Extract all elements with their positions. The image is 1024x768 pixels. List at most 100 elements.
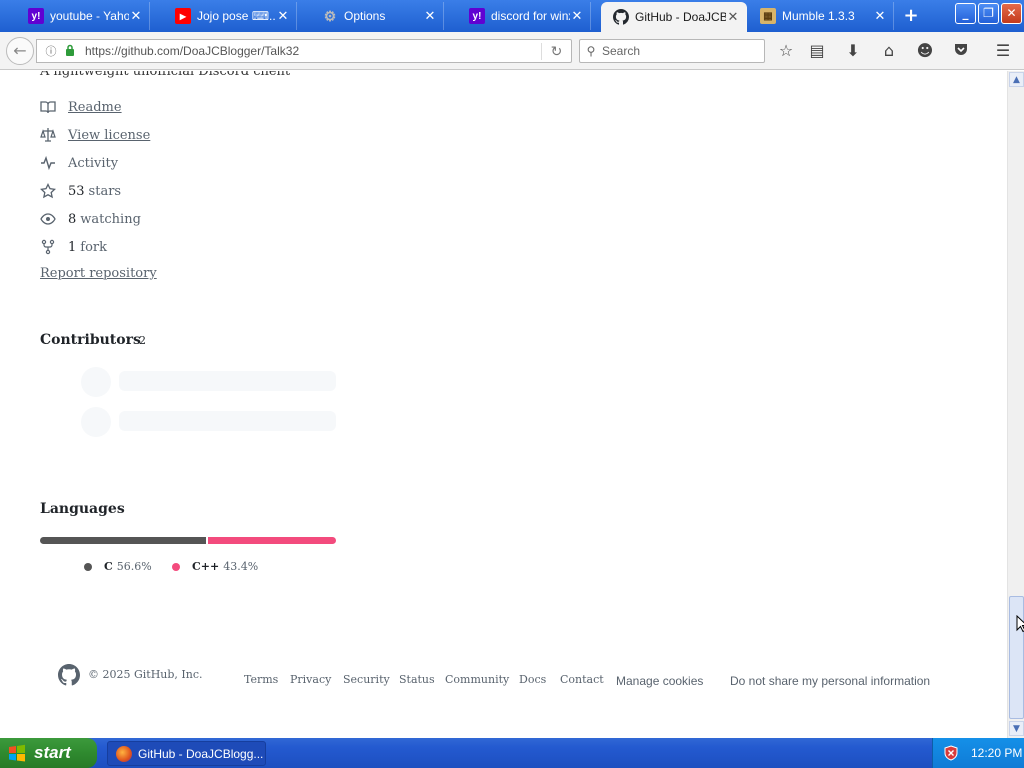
tab-label: Options [344,9,386,23]
language-percent: 43.4% [223,560,259,573]
tab-discord-yahoo[interactable]: y! discord for winx... ✕ [445,2,591,30]
info-icon[interactable]: ⓘ [43,43,59,59]
search-icon: ⚲ [586,44,596,58]
search-placeholder: Search [602,44,641,58]
stars-link[interactable]: 53 stars [40,181,121,201]
tab-mumble[interactable]: ▦ Mumble 1.3.3 ✕ [748,2,894,30]
hello-icon[interactable]: ☻ [914,41,936,63]
readme-label[interactable]: Readme [68,100,122,115]
activity-label[interactable]: Activity [68,156,118,171]
search-input[interactable]: ⚲ Search [579,39,765,63]
language-bar-segment-cpp[interactable] [208,537,336,544]
tab-options[interactable]: ⚙ Options ✕ [298,2,444,30]
scroll-up-button[interactable]: ▲ [1009,72,1024,87]
readme-link[interactable]: Readme [40,97,122,117]
forks-link[interactable]: 1 fork [40,237,107,257]
taskbar-item-firefox[interactable]: GitHub - DoaJCBlogg... [107,741,266,766]
firefox-icon [116,745,132,762]
close-tab-icon[interactable]: ✕ [873,8,887,24]
back-button[interactable]: ← [6,37,34,65]
manage-cookies-button[interactable]: Manage cookies [616,674,703,688]
footer-link-terms[interactable]: Terms [244,673,278,686]
tab-jojo-pose[interactable]: ▶ Jojo pose ⌨... ✕ [151,2,297,30]
language-name: C++ [192,560,220,573]
menu-icon[interactable]: ☰ [992,41,1014,63]
reading-list-icon[interactable]: ▤ [806,41,828,63]
pocket-icon[interactable] [950,41,972,63]
repo-description: A lightweight unofficial Discord client [40,71,291,79]
watchers-label[interactable]: watching [80,212,141,227]
close-tab-icon[interactable]: ✕ [726,9,740,25]
eye-icon [40,211,56,227]
report-repository-link[interactable]: Report repository [40,266,157,281]
start-label: start [34,743,71,762]
close-tab-icon[interactable]: ✕ [423,8,437,24]
language-percent: 56.6% [116,560,152,573]
language-color-dot [84,562,92,571]
mouse-cursor-icon [1016,614,1024,633]
minimize-button[interactable]: _ [955,3,976,24]
start-button[interactable]: start [0,738,97,768]
license-label[interactable]: View license [68,128,150,143]
clock[interactable]: 12:20 PM [971,746,1022,760]
contributors-heading[interactable]: Contributors [40,332,141,348]
github-logo-icon[interactable] [58,664,80,686]
activity-link[interactable]: Activity [40,153,118,173]
language-name: C [104,560,113,573]
contributor-name-placeholder [119,411,336,431]
vertical-scrollbar[interactable]: ▲ ▼ [1007,71,1024,738]
close-tab-icon[interactable]: ✕ [129,8,143,24]
tab-label: youtube - Yaho... [50,9,129,23]
new-tab-button[interactable]: + [900,6,922,26]
forks-count[interactable]: 1 [68,240,76,255]
taskbar-item-label: GitHub - DoaJCBlogg... [138,746,264,761]
watchers-count[interactable]: 8 [68,212,76,227]
navigation-toolbar: ← ⓘ https://github.com/DoaJCBlogger/Talk… [0,32,1024,70]
stars-label[interactable]: stars [89,184,122,199]
windows-logo-icon [9,744,25,762]
youtube-icon: ▶ [175,8,191,24]
language-bar [40,537,336,544]
download-icon[interactable]: ⬇ [842,41,864,63]
footer-link-privacy[interactable]: Privacy [290,673,331,686]
gear-icon: ⚙ [323,7,337,24]
close-tab-icon[interactable]: ✕ [276,8,290,24]
do-not-share-button[interactable]: Do not share my personal information [730,674,930,688]
url-bar[interactable]: ⓘ https://github.com/DoaJCBlogger/Talk32… [36,39,572,63]
license-link[interactable]: View license [40,125,150,145]
footer-link-contact[interactable]: Contact [560,673,604,686]
home-icon[interactable]: ⌂ [878,41,900,63]
bookmark-star-icon[interactable]: ☆ [775,41,797,63]
watchers-link[interactable]: 8 watching [40,209,141,229]
tab-strip: y! youtube - Yaho... ✕ ▶ Jojo pose ⌨... … [0,0,1024,32]
reload-icon[interactable]: ↻ [541,42,571,60]
language-entry-cpp[interactable]: C++ 43.4% [172,560,258,573]
scroll-down-button[interactable]: ▼ [1009,721,1024,736]
maximize-button[interactable]: ❐ [978,3,999,24]
language-bar-segment-c[interactable] [40,537,207,544]
yahoo-icon: y! [469,8,485,24]
footer-link-security[interactable]: Security [343,673,390,686]
tab-github[interactable]: GitHub - DoaJCB... ✕ [601,2,747,32]
forks-label[interactable]: fork [80,240,107,255]
url-text[interactable]: https://github.com/DoaJCBlogger/Talk32 [85,44,541,58]
taskbar: start GitHub - DoaJCBlogg... 12:20 PM [0,738,1024,768]
fork-icon [40,239,56,255]
tab-youtube-yahoo[interactable]: y! youtube - Yaho... ✕ [4,2,150,30]
contributor-avatar-placeholder [81,407,111,437]
security-shield-icon[interactable] [943,745,959,761]
language-entry-c[interactable]: C 56.6% [84,560,152,573]
pulse-icon [40,155,56,171]
footer-link-community[interactable]: Community [445,673,509,686]
stars-count[interactable]: 53 [68,184,85,199]
close-window-button[interactable]: ✕ [1001,3,1022,24]
contributor-avatar-placeholder [81,367,111,397]
lock-icon[interactable] [63,44,77,59]
contributor-name-placeholder [119,371,336,391]
close-tab-icon[interactable]: ✕ [570,8,584,24]
footer-link-status[interactable]: Status [399,673,435,686]
footer-link-docs[interactable]: Docs [519,673,546,686]
star-icon [40,183,56,199]
github-page: A lightweight unofficial Discord client … [0,71,1007,737]
tab-label: GitHub - DoaJCB... [635,10,726,24]
